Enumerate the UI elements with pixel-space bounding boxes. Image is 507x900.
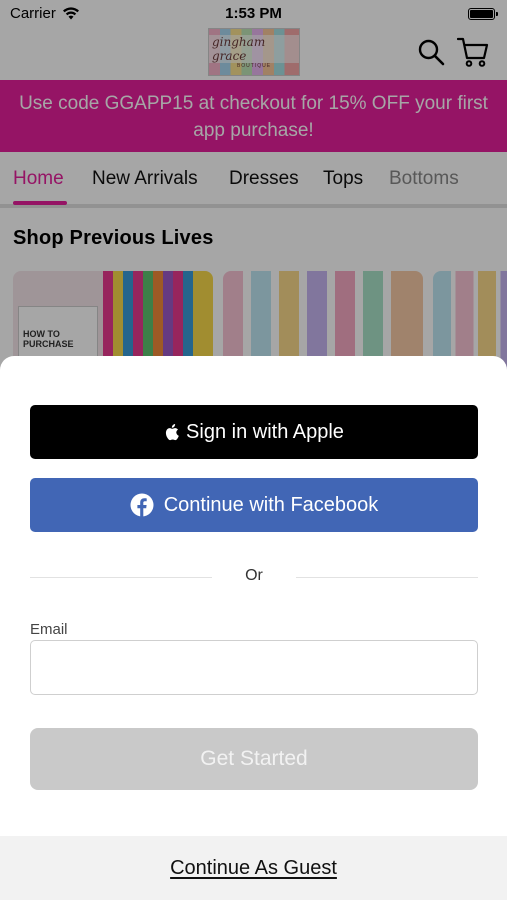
continue-with-facebook-button[interactable]: Continue with Facebook: [30, 478, 478, 532]
continue-as-guest-link[interactable]: Continue As Guest: [170, 857, 337, 880]
apple-icon: [165, 424, 179, 441]
login-sheet: Sign in with Apple Continue with Faceboo…: [0, 356, 507, 900]
get-started-label: Get Started: [200, 747, 308, 770]
sign-in-with-apple-button[interactable]: Sign in with Apple: [30, 405, 478, 459]
facebook-icon: [130, 493, 154, 517]
apple-button-label: Sign in with Apple: [186, 420, 344, 443]
get-started-button[interactable]: Get Started: [30, 728, 478, 790]
email-label: Email: [30, 621, 68, 638]
or-label: Or: [245, 567, 263, 584]
or-divider: Or: [30, 567, 478, 587]
divider-line: [296, 577, 478, 578]
email-field[interactable]: [30, 640, 478, 695]
guest-bar: Continue As Guest: [0, 836, 507, 900]
facebook-button-label: Continue with Facebook: [163, 493, 379, 516]
